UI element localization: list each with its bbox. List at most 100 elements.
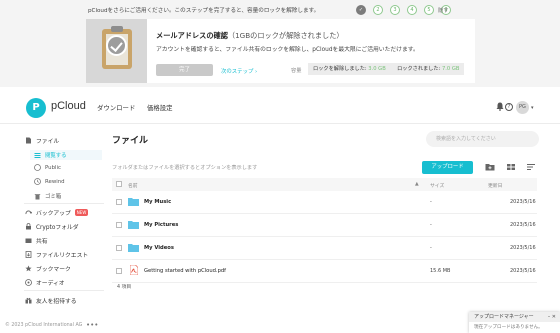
column-name[interactable]: 名前 [128, 182, 138, 189]
help-icon[interactable]: ? [505, 103, 513, 111]
public-icon [34, 164, 41, 171]
select-all-checkbox[interactable] [116, 181, 122, 187]
sidebar-item-label: バックアップ [36, 211, 71, 217]
file-size: - [430, 199, 432, 205]
chevron-down-icon[interactable]: ▾ [531, 105, 534, 111]
search-input[interactable]: 検索語を入力してください [426, 131, 539, 147]
sidebar-item-public[interactable]: Public [34, 164, 61, 171]
sidebar-item-label: 友人を招待する [36, 299, 77, 305]
pdf-icon [130, 265, 138, 275]
bookmark-icon [25, 265, 32, 272]
sidebar-item-bookmarks[interactable]: ブックマーク [25, 264, 71, 273]
sidebar-item-files[interactable]: ファイル [25, 136, 59, 145]
table-row[interactable]: My Videos - 2023/5/16 [112, 237, 537, 260]
sidebar-divider [24, 290, 104, 291]
item-count: 4 項目 [117, 285, 132, 290]
trash-icon [34, 193, 41, 199]
step-5[interactable]: 5 [424, 5, 434, 15]
new-folder-icon[interactable] [485, 162, 495, 172]
folder-icon [128, 198, 139, 206]
nav-download[interactable]: ダウンロード [97, 103, 135, 112]
step-2[interactable]: 2 [373, 5, 383, 15]
step-3[interactable]: 3 [390, 5, 400, 15]
row-checkbox[interactable] [116, 199, 122, 205]
unlocked-label: ロックを解除しました: [313, 66, 367, 72]
grid-view-icon[interactable] [506, 162, 516, 172]
sidebar-item-label: 閲覧する [45, 153, 67, 159]
upload-button[interactable]: アップロード [422, 161, 473, 174]
file-name[interactable]: Getting started with pCloud.pdf [144, 268, 226, 274]
file-name[interactable]: My Music [144, 199, 171, 205]
file-request-icon [25, 251, 32, 258]
file-size: - [430, 245, 432, 251]
folder-icon [128, 221, 139, 229]
table-row[interactable]: Getting started with pCloud.pdf 15.6 MB … [112, 260, 537, 283]
step-description: アカウントを確認すると、ファイル共有のロックを解除し、pCloudを最大限にご活… [156, 47, 419, 53]
step-title-text: メールアドレスの確認 [156, 31, 228, 40]
sidebar-item-label: Cryptoフォルダ [36, 225, 79, 231]
upload-manager-status: 現在アップロードはありません。 [474, 325, 543, 330]
sidebar-item-label: ブックマーク [36, 267, 71, 273]
storage-label: 容量 [291, 68, 302, 74]
pcloud-logo-icon[interactable]: P [26, 98, 46, 118]
more-menu-icon[interactable]: ••• [86, 321, 98, 329]
file-icon [26, 137, 31, 144]
sidebar-item-label: ファイル [36, 139, 60, 145]
step-indicator: ✓ 2 3 4 5 6 [356, 5, 451, 15]
upload-manager-header[interactable]: アップロードマネージャー – ✕ [469, 312, 560, 322]
row-checkbox[interactable] [116, 268, 122, 274]
share-icon [25, 238, 32, 243]
step-title-suffix: （1GBのロックが解除されました） [227, 31, 344, 40]
table-row[interactable]: My Music - 2023/5/16 [112, 191, 537, 214]
storage-status: ロックを解除しました: 3.0 GB ロックされました: 7.0 GB [308, 63, 465, 75]
copyright-text: © 2023 pCloud International AG [5, 323, 83, 328]
row-checkbox[interactable] [116, 245, 122, 251]
banner-message: pCloudをさらにご活用ください。このステップを完了すると、容量のロックを解除… [88, 8, 320, 14]
file-name[interactable]: My Pictures [144, 222, 178, 228]
step-1[interactable]: ✓ [356, 5, 366, 15]
sidebar-item-browse[interactable]: 閲覧する [34, 151, 67, 159]
upload-manager-panel: アップロードマネージャー – ✕ 現在アップロードはありません。 [469, 312, 560, 333]
sort-asc-icon[interactable]: ▲ [415, 182, 419, 187]
sidebar-item-invite[interactable]: 友人を招待する [25, 296, 77, 305]
sidebar-item-rewind[interactable]: Rewind [34, 178, 65, 185]
upload-manager-title: アップロードマネージャー [474, 314, 534, 320]
audio-icon [25, 279, 32, 286]
folder-icon [128, 244, 139, 252]
column-size[interactable]: サイズ [430, 182, 444, 189]
sidebar-item-trash[interactable]: ゴミ箱 [34, 192, 61, 200]
step-4[interactable]: 4 [407, 5, 417, 15]
backup-icon [25, 210, 32, 215]
file-size: - [430, 222, 432, 228]
minimize-close-icon[interactable]: – ✕ [548, 312, 556, 322]
avatar[interactable]: PG [516, 101, 529, 114]
check-icon [106, 35, 127, 56]
sidebar-item-audio[interactable]: オーディオ [25, 278, 65, 287]
row-checkbox[interactable] [116, 222, 122, 228]
crypto-icon [26, 223, 31, 230]
sidebar-item-backup[interactable]: バックアップ NEW [25, 208, 89, 217]
hide-banner-link[interactable]: 隠す [438, 7, 448, 14]
sidebar-item-shared[interactable]: 共有 [25, 236, 48, 245]
nav-pricing[interactable]: 価格設定 [147, 103, 173, 112]
file-size: 15.6 MB [430, 268, 451, 274]
sort-icon[interactable] [526, 162, 536, 172]
file-date: 2023/5/16 [510, 245, 536, 251]
file-name[interactable]: My Videos [144, 245, 174, 251]
locked-value: 7.0 GB [441, 66, 460, 72]
column-modified[interactable]: 更新日 [488, 182, 502, 189]
sidebar-item-crypto[interactable]: Cryptoフォルダ [25, 222, 79, 231]
file-date: 2023/5/16 [510, 268, 536, 274]
invite-icon [25, 297, 32, 304]
done-button[interactable]: 完了 [156, 64, 213, 76]
next-step-link[interactable]: 次のステップ › [221, 67, 257, 75]
bell-icon[interactable] [496, 102, 504, 111]
pcloud-logo-text[interactable]: pCloud [51, 100, 86, 112]
sidebar-item-file-requests[interactable]: ファイルリクエスト [25, 250, 88, 259]
step-title: メールアドレスの確認（1GBのロックが解除されました） [156, 31, 344, 41]
selection-hint: フォルダまたはファイルを選択するとオプションを表示します [112, 165, 258, 171]
table-row[interactable]: My Pictures - 2023/5/16 [112, 214, 537, 237]
top-header: P pCloud ダウンロード 価格設定 ? PG ▾ [0, 92, 560, 124]
file-date: 2023/5/16 [510, 222, 536, 228]
onboarding-step-card: メールアドレスの確認（1GBのロックが解除されました） アカウントを確認すると、… [86, 19, 475, 83]
